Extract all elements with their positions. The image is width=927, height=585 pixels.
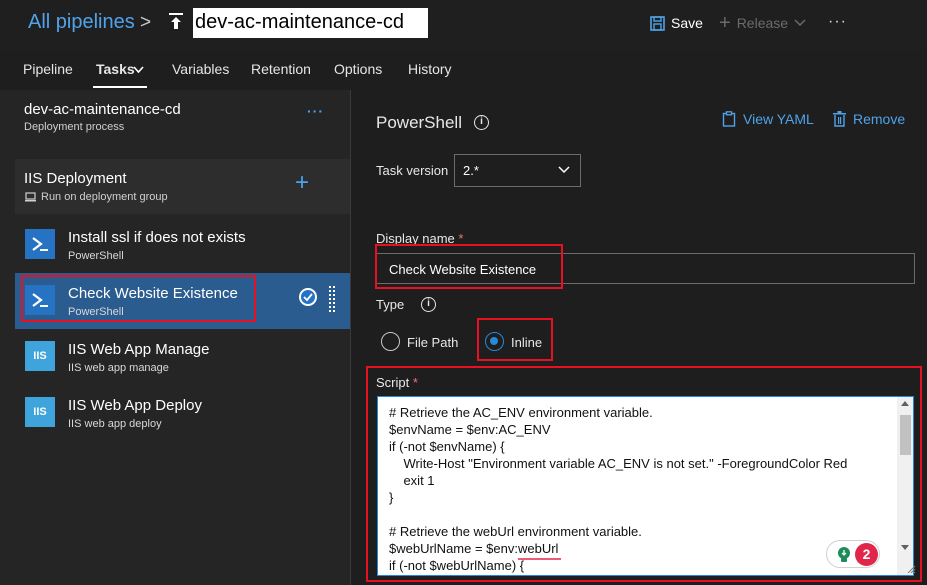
process-subtitle: Deployment process: [24, 121, 125, 133]
iis-icon: IIS: [25, 397, 55, 427]
pipeline-name-input[interactable]: dev-ac-maintenance-cd: [193, 8, 428, 38]
breadcrumb-all-pipelines[interactable]: All pipelines: [28, 11, 135, 34]
job-title: IIS Deployment: [24, 170, 127, 187]
tab-options[interactable]: Options: [334, 61, 382, 77]
file-path-label: File Path: [407, 335, 459, 350]
tab-variables[interactable]: Variables: [172, 61, 229, 77]
breadcrumb-chevron-icon: >: [140, 12, 152, 33]
task-version-label: Task version: [376, 163, 449, 178]
remove-button[interactable]: Remove: [833, 111, 905, 127]
tab-bar: Pipeline Tasks Variables Retention Optio…: [0, 50, 927, 90]
panel-divider[interactable]: [350, 90, 351, 585]
iis-icon: IIS: [25, 341, 55, 371]
type-label: Type: [376, 297, 405, 312]
process-more-button[interactable]: ···: [307, 103, 324, 119]
task-title: IIS Web App Manage: [68, 341, 210, 358]
task-item[interactable]: IIS IIS Web App Manage IIS web app manag…: [15, 329, 350, 385]
add-task-button[interactable]: +: [295, 171, 309, 195]
drag-handle-icon[interactable]: [329, 286, 335, 312]
tab-tasks-label: Tasks: [96, 61, 135, 77]
clipboard-icon: [722, 111, 736, 127]
checkmark-icon: [299, 288, 317, 306]
save-label: Save: [671, 15, 703, 31]
task-title: Install ssl if does not exists: [68, 229, 246, 246]
resize-grip-icon[interactable]: [906, 564, 916, 574]
highlight-box: [477, 318, 553, 361]
remove-label: Remove: [853, 111, 906, 127]
info-icon[interactable]: i: [474, 115, 489, 130]
lightbulb-icon: [838, 547, 850, 562]
task-item[interactable]: Install ssl if does not exists PowerShel…: [15, 217, 350, 273]
top-bar: All pipelines > dev-ac-maintenance-cd Sa…: [0, 0, 927, 50]
view-yaml-button[interactable]: View YAML: [722, 111, 814, 127]
tab-history[interactable]: History: [408, 61, 452, 77]
task-subtitle: PowerShell: [68, 250, 124, 262]
active-tab-indicator: [93, 86, 147, 88]
notification-badge[interactable]: 2: [826, 540, 880, 568]
job-subtitle-text: Run on deployment group: [41, 191, 168, 203]
release-label: Release: [736, 15, 789, 31]
job-iis-deployment[interactable]: IIS Deployment Run on deployment group +: [15, 159, 350, 214]
radio-button[interactable]: [381, 332, 400, 351]
highlight-box: [21, 275, 256, 322]
task-subtitle: IIS web app manage: [68, 362, 169, 374]
save-icon: [650, 15, 665, 31]
task-title: IIS Web App Deploy: [68, 397, 202, 414]
job-subtitle: Run on deployment group: [25, 191, 168, 203]
more-actions-button[interactable]: ···: [828, 13, 847, 31]
badge-count: 2: [855, 543, 878, 566]
save-button[interactable]: Save: [650, 15, 703, 31]
view-yaml-label: View YAML: [743, 111, 814, 127]
tab-tasks[interactable]: Tasks: [96, 61, 135, 77]
release-pipeline-icon: [169, 13, 183, 29]
tab-retention[interactable]: Retention: [251, 61, 311, 77]
highlight-box: [375, 244, 563, 289]
trash-icon: [833, 111, 846, 127]
computer-icon: [25, 192, 36, 202]
tab-pipeline[interactable]: Pipeline: [23, 61, 73, 77]
task-heading: PowerShell: [376, 113, 462, 132]
plus-icon: +: [719, 12, 731, 34]
task-subtitle: IIS web app deploy: [68, 418, 162, 430]
chevron-down-icon: [794, 19, 806, 27]
info-icon[interactable]: i: [421, 297, 436, 312]
tasks-panel: dev-ac-maintenance-cd Deployment process…: [0, 90, 350, 585]
process-title: dev-ac-maintenance-cd: [24, 101, 181, 118]
tasks-chevron-down-icon: [133, 66, 144, 74]
release-button[interactable]: + Release: [719, 12, 806, 34]
powershell-icon: [25, 229, 55, 259]
chevron-down-icon: [558, 166, 570, 174]
task-item[interactable]: IIS IIS Web App Deploy IIS web app deplo…: [15, 385, 350, 441]
